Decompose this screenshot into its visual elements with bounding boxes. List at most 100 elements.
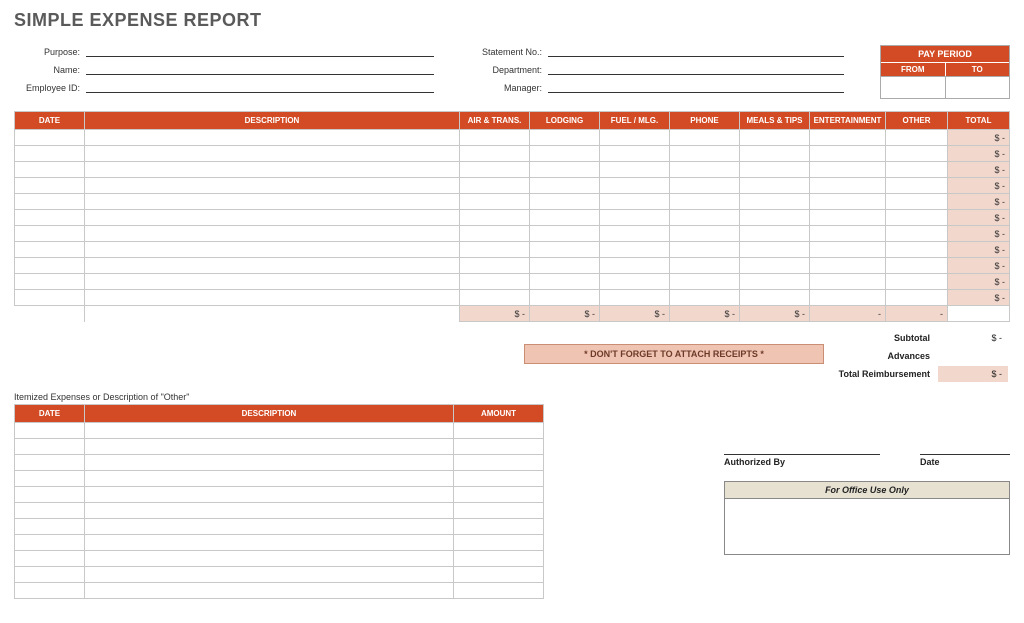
cell[interactable] [15,194,85,210]
cell[interactable] [85,567,454,583]
cell[interactable] [810,258,886,274]
cell[interactable] [15,242,85,258]
input-purpose[interactable] [86,45,434,57]
cell[interactable] [810,242,886,258]
cell[interactable] [15,274,85,290]
cell[interactable] [85,162,460,178]
cell[interactable] [454,551,544,567]
cell[interactable] [810,162,886,178]
cell[interactable] [600,274,670,290]
cell[interactable] [85,146,460,162]
cell[interactable] [454,503,544,519]
cell[interactable] [85,503,454,519]
cell[interactable] [600,178,670,194]
cell[interactable] [15,583,85,599]
cell[interactable] [15,455,85,471]
cell[interactable] [670,130,740,146]
cell[interactable] [740,274,810,290]
cell[interactable] [886,210,948,226]
cell[interactable] [530,242,600,258]
cell[interactable] [670,274,740,290]
cell[interactable] [85,226,460,242]
cell[interactable] [85,551,454,567]
cell[interactable] [85,258,460,274]
cell[interactable] [740,194,810,210]
cell[interactable] [460,274,530,290]
cell[interactable] [85,242,460,258]
cell[interactable] [810,210,886,226]
cell[interactable] [886,178,948,194]
signature-date-line[interactable]: Date [920,454,1010,467]
cell[interactable] [810,178,886,194]
cell[interactable] [670,146,740,162]
cell[interactable] [460,226,530,242]
cell[interactable] [600,146,670,162]
cell[interactable] [15,519,85,535]
cell[interactable] [740,258,810,274]
cell[interactable] [670,210,740,226]
cell[interactable] [85,194,460,210]
cell[interactable] [454,487,544,503]
cell[interactable] [15,146,85,162]
cell[interactable] [85,535,454,551]
cell[interactable] [454,519,544,535]
cell[interactable] [15,226,85,242]
cell[interactable] [810,130,886,146]
cell[interactable] [85,423,454,439]
cell[interactable] [740,226,810,242]
cell[interactable] [85,471,454,487]
cell[interactable] [530,178,600,194]
cell[interactable] [886,146,948,162]
cell[interactable] [740,242,810,258]
cell[interactable] [810,226,886,242]
input-manager[interactable] [548,81,844,93]
cell[interactable] [600,258,670,274]
cell[interactable] [460,162,530,178]
cell[interactable] [740,130,810,146]
cell[interactable] [740,290,810,306]
cell[interactable] [15,130,85,146]
cell[interactable] [15,258,85,274]
cell[interactable] [15,162,85,178]
cell[interactable] [454,455,544,471]
cell[interactable] [530,226,600,242]
pay-period-from-input[interactable] [881,76,946,98]
cell[interactable] [600,162,670,178]
cell[interactable] [670,242,740,258]
cell[interactable] [600,226,670,242]
cell[interactable] [15,487,85,503]
input-name[interactable] [86,63,434,75]
office-use-body[interactable] [725,499,1009,554]
pay-period-to-input[interactable] [946,76,1010,98]
cell[interactable] [85,439,454,455]
cell[interactable] [460,210,530,226]
cell[interactable] [740,210,810,226]
cell[interactable] [460,194,530,210]
cell[interactable] [85,290,460,306]
cell[interactable] [886,162,948,178]
cell[interactable] [15,551,85,567]
cell[interactable] [530,146,600,162]
cell[interactable] [886,194,948,210]
cell[interactable] [15,535,85,551]
cell[interactable] [85,274,460,290]
cell[interactable] [670,162,740,178]
cell[interactable] [810,274,886,290]
advances-value[interactable] [938,348,1008,364]
cell[interactable] [85,455,454,471]
cell[interactable] [670,290,740,306]
authorized-by-line[interactable]: Authorized By [724,454,880,467]
cell[interactable] [85,178,460,194]
cell[interactable] [15,503,85,519]
input-department[interactable] [548,63,844,75]
cell[interactable] [454,423,544,439]
cell[interactable] [886,290,948,306]
cell[interactable] [600,194,670,210]
cell[interactable] [454,583,544,599]
cell[interactable] [85,519,454,535]
cell[interactable] [454,567,544,583]
cell[interactable] [886,226,948,242]
cell[interactable] [85,487,454,503]
cell[interactable] [886,130,948,146]
cell[interactable] [15,439,85,455]
